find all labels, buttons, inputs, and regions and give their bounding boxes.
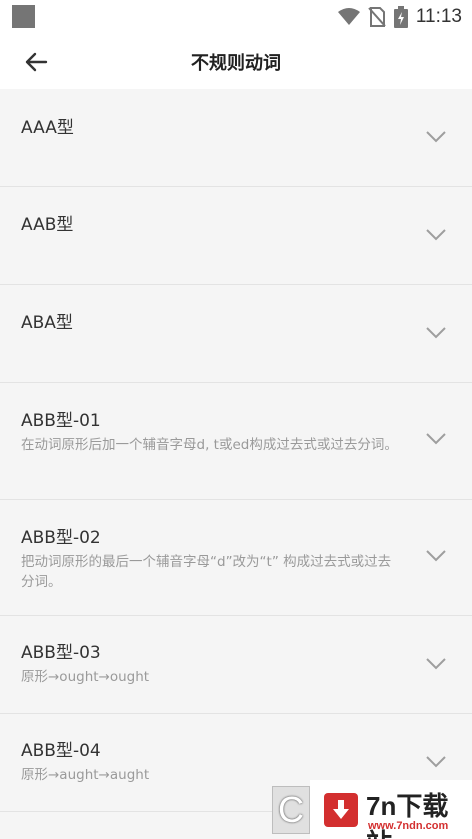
no-sim-icon bbox=[368, 7, 386, 27]
chevron-down-icon bbox=[426, 658, 446, 670]
item-title: ABA型 bbox=[21, 313, 73, 333]
chevron-down-icon bbox=[426, 433, 446, 445]
list-item-aab[interactable]: AAB型 bbox=[0, 187, 472, 285]
item-description: 原形→ought→ought bbox=[21, 669, 150, 685]
verb-group-list: AAA型 AAB型 ABA型 ABB型-01 在动词原形后加一个辅音字母d, t… bbox=[0, 89, 472, 812]
status-bar: 11:13 bbox=[0, 0, 472, 34]
list-item-aba[interactable]: ABA型 bbox=[0, 285, 472, 383]
chevron-down-icon bbox=[426, 327, 446, 339]
status-icons: 11:13 bbox=[337, 4, 462, 30]
list-item-abb-02[interactable]: ABB型-02 把动词原形的最后一个辅音字母“d”改为“t” 构成过去式或过去分… bbox=[0, 500, 472, 616]
battery-charging-icon bbox=[393, 6, 408, 28]
chevron-down-icon bbox=[426, 229, 446, 241]
watermark-brand-box: 7n下载站 www.7ndn.com bbox=[310, 780, 472, 839]
chevron-down-icon bbox=[426, 131, 446, 143]
watermark-logo: C bbox=[272, 785, 310, 834]
item-title: AAB型 bbox=[21, 215, 74, 235]
download-icon bbox=[324, 793, 358, 827]
item-title: ABB型-02 bbox=[21, 528, 101, 548]
item-title: ABB型-04 bbox=[21, 741, 101, 761]
list-item-abb-01[interactable]: ABB型-01 在动词原形后加一个辅音字母d, t或ed构成过去式或过去分词。 bbox=[0, 383, 472, 500]
wifi-icon bbox=[337, 8, 360, 25]
list-item-aaa[interactable]: AAA型 bbox=[0, 89, 472, 187]
watermark-url: www.7ndn.com bbox=[368, 820, 449, 832]
page-title: 不规则动词 bbox=[191, 53, 281, 74]
item-description: 把动词原形的最后一个辅音字母“d”改为“t” 构成过去式或过去分词。 bbox=[21, 554, 392, 590]
item-title: ABB型-01 bbox=[21, 411, 101, 431]
status-time: 11:13 bbox=[415, 6, 462, 27]
item-description: 在动词原形后加一个辅音字母d, t或ed构成过去式或过去分词。 bbox=[21, 437, 398, 453]
item-title: AAA型 bbox=[21, 118, 74, 138]
list-item-abb-03[interactable]: ABB型-03 原形→ought→ought bbox=[0, 616, 472, 714]
chevron-down-icon bbox=[426, 550, 446, 562]
item-title: ABB型-03 bbox=[21, 643, 101, 663]
chevron-down-icon bbox=[426, 756, 446, 768]
notification-icon bbox=[12, 5, 35, 28]
app-bar: 不规则动词 bbox=[0, 34, 472, 89]
watermark: C 7n下载站 www.7ndn.com bbox=[272, 780, 472, 839]
